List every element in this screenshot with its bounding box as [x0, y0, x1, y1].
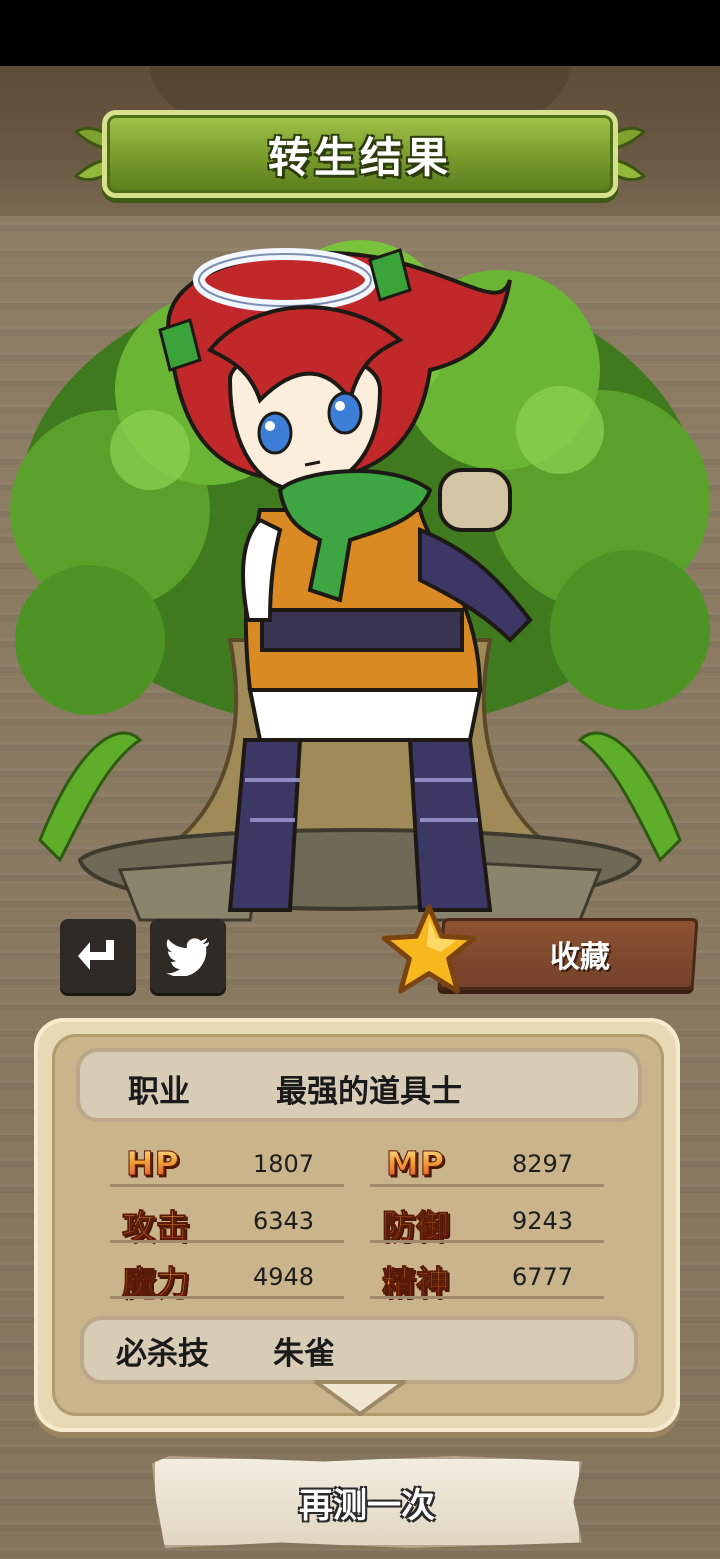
return-arrow-icon	[78, 940, 114, 970]
skill-value: 朱雀	[273, 1336, 335, 1372]
twitter-share-button[interactable]	[150, 919, 226, 993]
status-bar	[0, 0, 720, 66]
stat-divider	[370, 1184, 604, 1187]
stat-value-mp: 8297	[512, 1150, 574, 1178]
twitter-bird-icon	[166, 938, 209, 976]
stat-value-attack: 6343	[253, 1207, 315, 1235]
page-title: 转生结果	[267, 132, 452, 182]
stat-value-defense: 9243	[512, 1207, 574, 1235]
job-value: 最强的道具士	[276, 1074, 462, 1110]
star-icon[interactable]	[380, 902, 478, 998]
stat-divider	[370, 1240, 604, 1243]
stat-divider	[110, 1296, 344, 1299]
character-illustration	[0, 220, 720, 1000]
stat-divider	[110, 1240, 344, 1243]
share-button[interactable]	[60, 919, 136, 993]
favorite-label[interactable]: 收藏	[470, 918, 690, 990]
chevron-down-icon[interactable]	[312, 1378, 408, 1418]
retry-label[interactable]: 再测一次	[152, 1456, 582, 1548]
stat-value-magic: 4948	[253, 1263, 315, 1291]
stat-label-hp: HP	[126, 1144, 180, 1184]
skill-label: 必杀技	[116, 1336, 209, 1372]
stat-label-mp: MP	[385, 1144, 446, 1184]
stat-divider	[110, 1184, 344, 1187]
job-label: 职业	[128, 1074, 190, 1110]
stat-divider	[370, 1296, 604, 1299]
stat-value-spirit: 6777	[512, 1263, 574, 1291]
stat-value-hp: 1807	[253, 1150, 315, 1178]
